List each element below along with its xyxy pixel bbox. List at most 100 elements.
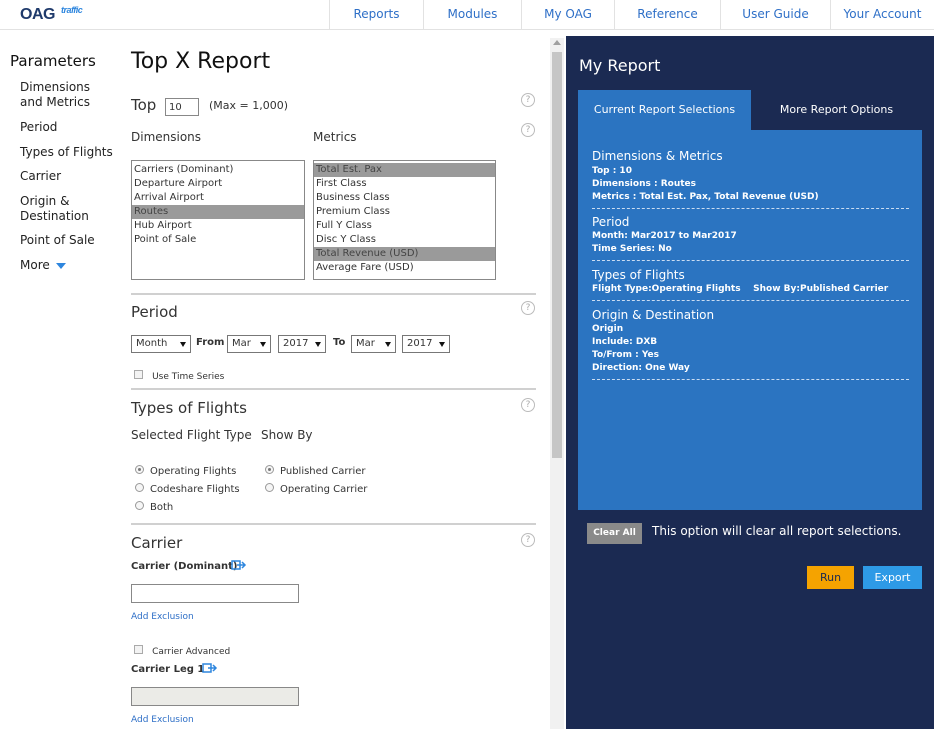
chevron-down-icon xyxy=(385,342,391,347)
scroll-up-icon[interactable] xyxy=(553,40,561,45)
help-icon[interactable]: ? xyxy=(521,93,535,107)
chevron-down-icon xyxy=(439,342,445,347)
dimension-option[interactable]: Departure Airport xyxy=(132,177,304,191)
time-series-row[interactable]: Use Time Series xyxy=(134,364,224,383)
dimension-option[interactable]: Arrival Airport xyxy=(132,191,304,205)
summary-divider xyxy=(592,260,909,261)
dimension-option-selected[interactable]: Routes xyxy=(132,205,304,219)
carrier-advanced-label: Carrier Advanced xyxy=(152,647,231,657)
add-exclusion-link[interactable]: Add Exclusion xyxy=(131,715,194,725)
run-button[interactable]: Run xyxy=(807,566,854,589)
help-icon[interactable]: ? xyxy=(521,398,535,412)
nav-my-oag[interactable]: My OAG xyxy=(521,0,614,30)
sidebar-item-origin-destination[interactable]: Origin & Destination xyxy=(20,194,100,224)
export-button[interactable]: Export xyxy=(863,566,922,589)
period-unit-select[interactable]: Month xyxy=(131,335,191,353)
nav-user-guide[interactable]: User Guide xyxy=(720,0,830,30)
my-report-panel: My Report Current Report Selections More… xyxy=(566,36,934,729)
metric-option[interactable]: Business Class xyxy=(314,191,495,205)
selected-flight-type-label: Selected Flight Type xyxy=(131,428,252,442)
dimension-option[interactable]: Carriers (Dominant) xyxy=(132,163,304,177)
top-count-input[interactable]: 10 xyxy=(165,98,199,116)
scrollbar-thumb[interactable] xyxy=(552,52,562,458)
summary-od-origin: Origin xyxy=(592,324,624,334)
clear-all-button[interactable]: Clear All xyxy=(587,523,642,544)
metric-option-selected[interactable]: Total Revenue (USD) xyxy=(314,247,495,261)
nav-reference[interactable]: Reference xyxy=(614,0,720,30)
nav-modules[interactable]: Modules xyxy=(423,0,521,30)
metric-option[interactable]: Average Fare (USD) xyxy=(314,261,495,275)
metric-option[interactable]: Premium Class xyxy=(314,205,495,219)
time-series-checkbox[interactable] xyxy=(134,370,143,379)
carrier-title: Carrier xyxy=(131,534,183,552)
to-month-select[interactable]: Mar xyxy=(351,335,396,353)
report-parameters-panel: Top X Report Top 10 (Max = 1,000) ? Dime… xyxy=(120,30,550,729)
external-link-icon[interactable] xyxy=(231,559,247,571)
to-year-select[interactable]: 2017 xyxy=(402,335,450,353)
chevron-down-icon xyxy=(315,342,321,347)
radio-operating-flights[interactable]: Operating Flights xyxy=(135,459,236,478)
chevron-down-icon xyxy=(180,342,186,347)
carrier-dominant-input[interactable] xyxy=(131,584,299,603)
tab-current-report-selections[interactable]: Current Report Selections xyxy=(578,90,751,130)
period-title: Period xyxy=(131,303,178,321)
help-icon[interactable]: ? xyxy=(521,533,535,547)
dimension-option[interactable]: Point of Sale xyxy=(132,233,304,247)
radio-both[interactable]: Both xyxy=(135,495,173,514)
carrier-advanced-checkbox[interactable] xyxy=(134,645,143,654)
time-series-label: Use Time Series xyxy=(152,372,225,382)
from-year-select[interactable]: 2017 xyxy=(278,335,326,353)
top-label: Top xyxy=(131,96,157,114)
radio-icon[interactable] xyxy=(265,483,274,492)
carrier-dominant-label: Carrier (Dominant) xyxy=(131,561,238,572)
chevron-down-icon xyxy=(55,262,66,269)
carrier-leg-input[interactable] xyxy=(131,687,299,706)
radio-icon[interactable] xyxy=(135,465,144,474)
sidebar-more[interactable]: More xyxy=(20,258,115,273)
summary-divider xyxy=(592,300,909,301)
sidebar-item-period[interactable]: Period xyxy=(20,120,115,135)
radio-icon[interactable] xyxy=(265,465,274,474)
sidebar-item-types-of-flights[interactable]: Types of Flights xyxy=(20,145,115,160)
summary-period-month: Month: Mar2017 to Mar2017 xyxy=(592,231,737,241)
metrics-label: Metrics xyxy=(313,130,357,144)
metric-option-selected[interactable]: Total Est. Pax xyxy=(314,163,495,177)
radio-codeshare-flights[interactable]: Codeshare Flights xyxy=(135,477,240,496)
summary-period-title: Period xyxy=(592,215,630,229)
metric-option[interactable]: Disc Y Class xyxy=(314,233,495,247)
from-month-select[interactable]: Mar xyxy=(227,335,271,353)
dimensions-listbox[interactable]: Carriers (Dominant) Departure Airport Ar… xyxy=(131,160,305,280)
section-divider xyxy=(131,293,536,295)
sidebar-item-dimensions-metrics[interactable]: Dimensions and Metrics xyxy=(20,80,115,110)
top-nav-bar: OAG traffic Reports Modules My OAG Refere… xyxy=(0,0,934,30)
dimensions-label: Dimensions xyxy=(131,130,202,144)
from-label: From xyxy=(196,337,225,348)
nav-your-account[interactable]: Your Account xyxy=(830,0,934,30)
radio-icon[interactable] xyxy=(135,501,144,510)
page-title: Top X Report xyxy=(131,49,271,74)
help-icon[interactable]: ? xyxy=(521,301,535,315)
summary-od-tofrom: To/From : Yes xyxy=(592,350,660,360)
sidebar-item-point-of-sale[interactable]: Point of Sale xyxy=(20,233,115,248)
summary-time-series: Time Series: No xyxy=(592,244,672,254)
metric-option[interactable]: First Class xyxy=(314,177,495,191)
radio-published-carrier[interactable]: Published Carrier xyxy=(265,459,366,478)
sidebar-item-carrier[interactable]: Carrier xyxy=(20,169,115,184)
clear-all-hint: This option will clear all report select… xyxy=(652,524,902,538)
help-icon[interactable]: ? xyxy=(521,123,535,137)
radio-operating-carrier[interactable]: Operating Carrier xyxy=(265,477,367,496)
metric-option[interactable]: Full Y Class xyxy=(314,219,495,233)
carrier-advanced-row[interactable]: Carrier Advanced xyxy=(134,639,230,658)
metrics-listbox[interactable]: Total Est. Pax First Class Business Clas… xyxy=(313,160,496,280)
add-exclusion-link[interactable]: Add Exclusion xyxy=(131,612,194,622)
summary-divider xyxy=(592,379,909,380)
tab-more-report-options[interactable]: More Report Options xyxy=(751,90,922,130)
external-link-icon[interactable] xyxy=(202,662,218,674)
dimension-option[interactable]: Hub Airport xyxy=(132,219,304,233)
nav-reports[interactable]: Reports xyxy=(329,0,423,30)
section-divider xyxy=(131,523,536,525)
sidebar-title: Parameters xyxy=(10,52,96,70)
oag-logo[interactable]: OAG traffic xyxy=(20,5,83,24)
radio-icon[interactable] xyxy=(135,483,144,492)
my-report-title: My Report xyxy=(579,56,661,75)
